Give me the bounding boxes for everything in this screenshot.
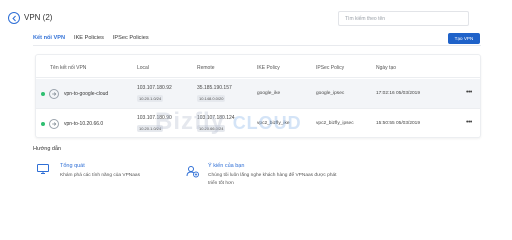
vpn-connection-icon <box>49 89 59 99</box>
status-dot <box>41 122 45 126</box>
remote-subnet-badge: 10.148.0.0/20 <box>197 95 226 102</box>
table-header-divider <box>36 77 480 78</box>
more-actions-icon[interactable]: ••• <box>466 119 472 126</box>
column-header-name[interactable]: Tên kết nối VPN <box>50 65 86 71</box>
vpn-connection-icon <box>49 119 59 129</box>
created-date: 15:50:55 05/03/2019 <box>376 121 421 126</box>
more-actions-icon[interactable]: ••• <box>466 89 472 96</box>
tab-divider <box>33 45 481 46</box>
ipsec-policy: google_ipsec <box>316 91 345 96</box>
monitor-icon <box>37 164 49 174</box>
vpn-name[interactable]: vpn-to-google-cloud <box>64 91 108 97</box>
column-header-local[interactable]: Local <box>137 65 149 71</box>
search-input[interactable]: Tìm kiếm theo tên <box>338 11 469 26</box>
ike-policy: google_ike <box>257 91 281 96</box>
remote-ip: 35.185.190.157 <box>197 85 232 91</box>
vpn-name[interactable]: vpn-to-10.20.66.0 <box>64 121 103 127</box>
guide-feedback-desc: Chúng tôi luôn lắng nghe khách hàng để V… <box>208 173 337 186</box>
ipsec-policy: vpc2_bizfly_ipsec <box>316 121 354 126</box>
back-arrow-icon[interactable] <box>8 12 20 24</box>
local-subnet-badge: 10.20.1.0/24 <box>137 95 164 102</box>
search-placeholder: Tìm kiếm theo tên <box>345 15 386 22</box>
column-header-ike-policy[interactable]: IKE Policy <box>257 65 280 71</box>
local-ip: 103.107.180.92 <box>137 85 172 91</box>
user-feedback-icon <box>186 166 199 178</box>
column-header-remote[interactable]: Remote <box>197 65 215 71</box>
guide-overview-link[interactable]: Tổng quát <box>60 163 85 169</box>
bizfly-cloud-watermark-logo: Bizfly CLOUD <box>155 108 302 135</box>
table-row[interactable]: vpn-to-google-cloud 103.107.180.92 10.20… <box>36 79 480 109</box>
page-title: VPN (2) <box>24 13 53 22</box>
status-dot <box>41 92 45 96</box>
created-date: 17:02:16 05/03/2019 <box>376 91 421 96</box>
column-header-created[interactable]: Ngày tạo <box>376 65 396 71</box>
create-vpn-button[interactable]: Tạo VPN <box>448 33 480 44</box>
column-header-ipsec-policy[interactable]: IPSec Policy <box>316 65 344 71</box>
guide-section-title: Hướng dẫn <box>33 146 62 152</box>
guide-overview-desc: Khám phá các tính năng của VPNaas <box>60 173 140 178</box>
guide-feedback-link[interactable]: Ý kiến của bạn <box>208 163 244 169</box>
